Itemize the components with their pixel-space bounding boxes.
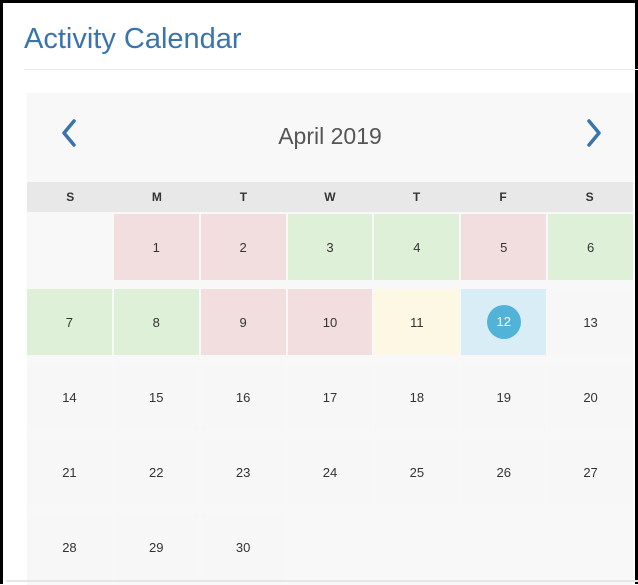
day-cell[interactable]: 6 (548, 214, 633, 280)
weekday-mon: M (151, 190, 162, 204)
day-number: 20 (583, 389, 598, 405)
day-number: 10 (322, 314, 338, 330)
day-cell[interactable]: 7 (27, 289, 112, 355)
day-number: 26 (496, 464, 511, 480)
weekday-sat: S (585, 190, 594, 204)
title-divider (24, 69, 638, 70)
day-number: 28 (62, 539, 77, 555)
day-number: 4 (413, 239, 421, 255)
day-cell[interactable]: 20 (548, 364, 633, 430)
calendar-nav: April 2019 (27, 93, 633, 183)
day-number: 5 (500, 239, 508, 255)
day-cell[interactable]: 16 (200, 364, 286, 430)
day-number: 22 (149, 464, 164, 480)
day-cell[interactable]: 29 (113, 514, 199, 580)
day-cell[interactable]: 26 (461, 439, 547, 505)
weekday-header: S M T W T F S (27, 182, 633, 212)
today-badge: 12 (486, 305, 521, 339)
day-cell[interactable]: 25 (374, 439, 460, 505)
day-cell[interactable]: 11 (374, 289, 460, 355)
day-number: 3 (326, 239, 334, 255)
day-grid: 1 2 3 4 5 6 7 8 9 10 11 12 13 14 15 16 17 18 19 20 21 22 23 24 2… (27, 214, 633, 580)
page-title: Activity Calendar (24, 23, 242, 55)
day-number: 13 (583, 314, 598, 330)
day-cell[interactable]: 18 (374, 364, 460, 430)
day-number: 19 (496, 389, 511, 405)
day-cell[interactable]: 8 (113, 289, 199, 355)
day-cell[interactable]: 10 (287, 289, 373, 355)
day-cell[interactable]: 19 (461, 364, 547, 430)
day-number: 18 (409, 389, 425, 405)
day-number: 7 (65, 314, 74, 330)
empty-day-cell (27, 214, 112, 280)
day-number: 29 (149, 539, 164, 555)
day-cell[interactable]: 14 (27, 364, 112, 430)
weekday-tue: T (239, 190, 248, 204)
day-cell[interactable]: 23 (200, 439, 286, 505)
day-number: 16 (235, 389, 251, 405)
day-number: 14 (62, 389, 77, 405)
day-cell[interactable]: 28 (27, 514, 112, 580)
month-label: April 2019 (278, 123, 382, 149)
day-number: 9 (239, 314, 247, 330)
day-cell[interactable]: 30 (200, 514, 286, 580)
day-cell[interactable]: 3 (287, 214, 373, 280)
day-cell[interactable]: 5 (461, 214, 547, 280)
chevron-right-icon (587, 119, 601, 147)
day-number: 15 (149, 389, 164, 405)
next-month-button[interactable] (572, 117, 616, 157)
weekday-sun: S (66, 190, 75, 204)
day-cell[interactable]: 1 (113, 214, 199, 280)
day-cell[interactable]: 24 (287, 439, 373, 505)
day-cell[interactable]: 13 (548, 289, 633, 355)
day-number: 17 (322, 389, 338, 405)
day-cell[interactable]: 22 (113, 439, 199, 505)
activity-calendar-panel: Activity Calendar April 2019 S M T W T F… (0, 0, 638, 585)
day-cell[interactable]: 17 (287, 364, 373, 430)
day-number: 8 (152, 314, 160, 330)
day-number: 23 (235, 464, 251, 480)
weekday-wed: W (324, 190, 336, 204)
day-number: 21 (62, 464, 77, 480)
day-cell-today[interactable]: 12 (461, 289, 547, 355)
day-number: 11 (410, 314, 424, 330)
day-number: 1 (152, 239, 160, 255)
day-cell[interactable]: 4 (374, 214, 460, 280)
day-cell[interactable]: 27 (548, 439, 633, 505)
day-number: 6 (586, 239, 595, 255)
day-number: 30 (235, 539, 251, 555)
day-number: 25 (409, 464, 425, 480)
day-cell[interactable]: 21 (27, 439, 112, 505)
weekday-fri: F (499, 190, 507, 204)
day-number: 2 (239, 239, 247, 255)
day-cell[interactable]: 2 (200, 214, 286, 280)
day-number: 27 (583, 464, 598, 480)
bottom-divider (6, 580, 638, 582)
day-cell[interactable]: 15 (113, 364, 199, 430)
calendar: April 2019 S M T W T F S 1 2 3 4 5 6 7 8 9 10 11 12… (27, 93, 633, 585)
day-cell[interactable]: 9 (200, 289, 286, 355)
day-number: 24 (322, 464, 338, 480)
weekday-thu: T (412, 190, 421, 204)
